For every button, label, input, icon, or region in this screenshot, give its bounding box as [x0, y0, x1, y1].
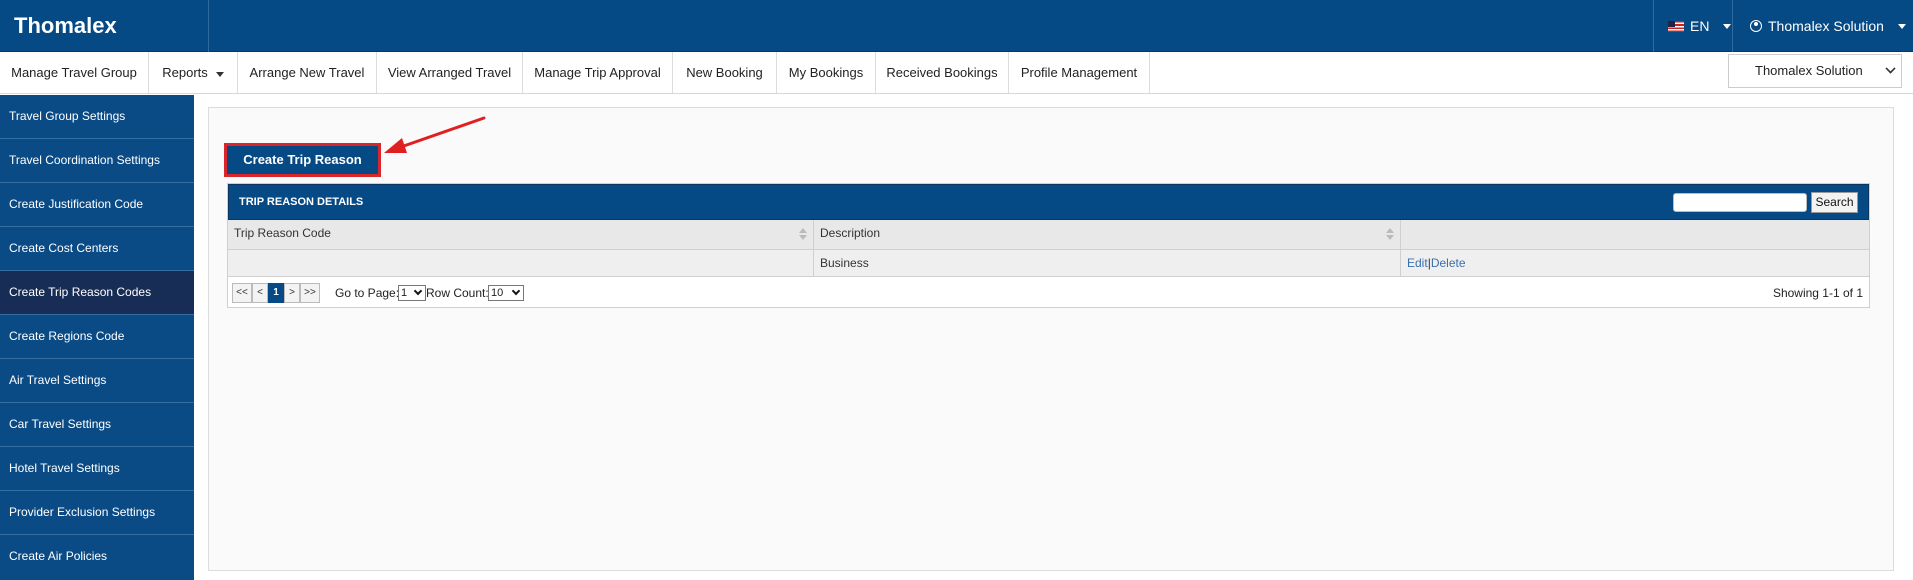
- user-circle-icon: [1750, 20, 1762, 32]
- row-count-value: 10: [491, 287, 504, 299]
- row-count-label: Row Count:: [426, 286, 489, 300]
- content-panel: [208, 107, 1894, 571]
- cell-actions: Edit|Delete: [1401, 250, 1869, 277]
- chevron-down-icon: [1897, 23, 1906, 29]
- showing-count: Showing 1-1 of 1: [1772, 286, 1863, 300]
- organization-select-value: Thomalex Solution: [1755, 63, 1863, 78]
- go-to-page-label: Go to Page:: [335, 286, 400, 300]
- sidebar-item-create-justification-code[interactable]: Create Justification Code: [0, 183, 194, 227]
- sidebar-item-create-air-policies[interactable]: Create Air Policies: [0, 535, 194, 579]
- row-count-select[interactable]: 10: [488, 285, 524, 301]
- sidebar-item-car-travel-settings[interactable]: Car Travel Settings: [0, 403, 194, 447]
- annotation-arrow-icon: [384, 116, 486, 153]
- nav-arrange-new-travel[interactable]: Arrange New Travel: [238, 52, 377, 93]
- sidebar-item-travel-coordination-settings[interactable]: Travel Coordination Settings: [0, 139, 194, 183]
- sidebar-item-air-travel-settings[interactable]: Air Travel Settings: [0, 359, 194, 403]
- column-header-trip-reason-code[interactable]: Trip Reason Code: [228, 220, 814, 250]
- chevron-down-icon: [413, 286, 423, 296]
- sidebar: Travel Group Settings Travel Coordinatio…: [0, 95, 194, 580]
- sort-icon: [799, 228, 807, 242]
- sidebar-item-travel-group-settings[interactable]: Travel Group Settings: [0, 95, 194, 139]
- language-selector[interactable]: EN: [1653, 0, 1732, 52]
- prev-page-button[interactable]: <: [252, 283, 268, 303]
- nav-reports-label: Reports: [162, 65, 208, 80]
- nav-view-arranged-travel[interactable]: View Arranged Travel: [377, 52, 523, 93]
- app-title[interactable]: Thomalex Solution: [0, 0, 209, 90]
- sidebar-item-create-regions-code[interactable]: Create Regions Code: [0, 315, 194, 359]
- user-name: Thomalex Solution: [1768, 18, 1884, 34]
- last-page-button[interactable]: >>: [300, 283, 320, 303]
- language-label: EN: [1690, 18, 1710, 34]
- main-nav: Manage Travel Group Reports Arrange New …: [0, 52, 1913, 94]
- go-to-page-select[interactable]: 1: [398, 285, 426, 301]
- us-flag-icon: [1668, 20, 1684, 32]
- nav-reports[interactable]: Reports: [149, 52, 238, 93]
- cell-description: Business: [814, 250, 1401, 277]
- column-header-actions: [1401, 220, 1869, 250]
- create-trip-reason-button[interactable]: Create Trip Reason: [224, 143, 381, 177]
- user-menu[interactable]: Thomalex Solution: [1732, 0, 1913, 52]
- pagination: << < 1 > >> Go to Page: 1 Row Count: 10 …: [228, 278, 1869, 308]
- table-header-bar: TRIP REASON DETAILS Search: [228, 184, 1869, 220]
- chevron-down-icon: [511, 286, 521, 296]
- chevron-down-icon: [1723, 23, 1732, 29]
- nav-new-booking[interactable]: New Booking: [673, 52, 777, 93]
- table-title: TRIP REASON DETAILS: [239, 196, 364, 208]
- column-header-label: Trip Reason Code: [234, 226, 331, 240]
- current-page-button[interactable]: 1: [268, 283, 284, 303]
- nav-received-bookings[interactable]: Received Bookings: [876, 52, 1009, 93]
- cell-trip-reason-code: [228, 250, 814, 277]
- chevron-down-icon: [1885, 63, 1896, 74]
- search-input[interactable]: [1673, 193, 1807, 212]
- sort-icon: [1386, 228, 1394, 242]
- nav-manage-trip-approval[interactable]: Manage Trip Approval: [523, 52, 673, 93]
- nav-manage-travel-group[interactable]: Manage Travel Group: [0, 52, 149, 93]
- next-page-button[interactable]: >: [284, 283, 300, 303]
- organization-select[interactable]: Thomalex Solution: [1728, 54, 1902, 88]
- sidebar-item-create-trip-reason-codes[interactable]: Create Trip Reason Codes: [0, 271, 194, 315]
- sidebar-item-provider-exclusion-settings[interactable]: Provider Exclusion Settings: [0, 491, 194, 535]
- delete-link[interactable]: Delete: [1431, 256, 1466, 270]
- top-bar: Thomalex Solution EN Thomalex Solution: [0, 0, 1913, 90]
- nav-profile-management[interactable]: Profile Management: [1009, 52, 1150, 93]
- first-page-button[interactable]: <<: [232, 283, 252, 303]
- chevron-down-icon: [215, 72, 224, 77]
- sidebar-item-create-cost-centers[interactable]: Create Cost Centers: [0, 227, 194, 271]
- sidebar-item-hotel-travel-settings[interactable]: Hotel Travel Settings: [0, 447, 194, 491]
- column-header-description[interactable]: Description: [814, 220, 1401, 250]
- search-button[interactable]: Search: [1811, 192, 1858, 213]
- trip-reason-table: TRIP REASON DETAILS Search Trip Reason C…: [227, 183, 1870, 308]
- nav-my-bookings[interactable]: My Bookings: [777, 52, 876, 93]
- go-to-page-value: 1: [401, 287, 408, 299]
- column-header-label: Description: [820, 226, 881, 240]
- edit-link[interactable]: Edit: [1407, 256, 1428, 270]
